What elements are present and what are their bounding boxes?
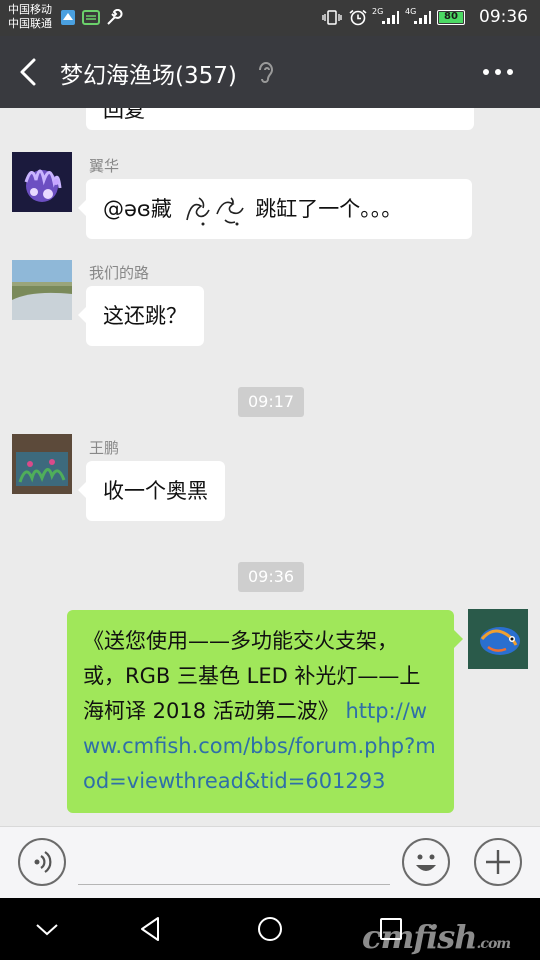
message-text: 这还跳？ [103, 304, 187, 328]
emoji-button[interactable] [402, 838, 450, 886]
app-notification-icon [61, 10, 75, 25]
sender-name: 我们的路 [89, 264, 150, 282]
wrench-icon [107, 9, 123, 25]
signal-icon-1 [382, 11, 399, 24]
mention-text: @əɞ藏 [103, 197, 172, 221]
carrier-1: 中国移动 [8, 3, 52, 16]
clock: 09:36 [479, 7, 528, 27]
ear-icon [259, 62, 274, 83]
back-arrow-icon[interactable] [14, 56, 46, 88]
message-text: 收一个奥黑 [103, 479, 208, 503]
nav-home-icon[interactable] [255, 914, 285, 944]
status-bar: 中国移动 中国联通 2G 4G 80 09:36 [0, 0, 540, 36]
message-bubble[interactable]: @əɞ藏 跳缸了一个。。。 [78, 179, 472, 239]
message-bubble[interactable]: 这还跳？ [78, 286, 204, 346]
battery-icon: 80 [437, 10, 465, 25]
message-text: 跳缸了一个。。。 [255, 197, 403, 221]
watermark-main: cmfish [362, 918, 478, 956]
voice-icon [34, 851, 52, 873]
nav-back-icon[interactable] [136, 914, 166, 944]
voice-input-button[interactable] [18, 838, 66, 886]
sender-name: 王鹏 [89, 439, 120, 457]
sender-name: 翼华 [89, 157, 120, 175]
vibrate-icon [322, 10, 342, 25]
decorative-flourish-icon [185, 197, 244, 226]
input-bar [0, 826, 540, 898]
battery-level: 80 [439, 12, 463, 23]
avatar-women-de-lu[interactable] [12, 260, 72, 320]
watermark-suffix: .com [476, 936, 512, 952]
chat-header: 梦幻海渔场(357) [0, 36, 540, 108]
carrier-2: 中国联通 [8, 17, 52, 30]
chat-area[interactable]: 回复 翼华 @əɞ藏 跳缸了一个。。。 我们的路 这还跳？ 09:17 王鹏 收 [0, 108, 540, 826]
tv-app-icon [82, 10, 100, 25]
timestamp: 09:17 [238, 387, 305, 417]
signal-icon-2 [414, 11, 431, 24]
more-functions-button[interactable] [474, 838, 522, 886]
smiley-icon [416, 854, 436, 871]
carrier-info: 中国移动 中国联通 [8, 3, 52, 31]
alarm-icon [349, 9, 367, 26]
my-avatar[interactable] [468, 609, 528, 669]
avatar-wang-peng[interactable] [12, 434, 72, 494]
previous-message-text: 回复 [103, 108, 145, 122]
previous-message-bubble[interactable]: 回复 [86, 108, 474, 130]
avatar-yihua[interactable] [12, 152, 72, 212]
message-input[interactable] [78, 837, 390, 885]
message-bubble[interactable]: 收一个奥黑 [78, 461, 225, 521]
more-options-icon[interactable] [480, 60, 516, 84]
timestamp: 09:36 [238, 562, 305, 592]
plus-icon [486, 850, 510, 874]
my-message-bubble[interactable]: 《送您使用——多功能交火支架，或，RGB 三基色 LED 补光灯——上海柯译 2… [67, 610, 463, 813]
watermark-logo: cmfish.com [362, 918, 512, 956]
chat-title: 梦幻海渔场(357) [60, 63, 237, 89]
hide-keyboard-chevron-icon[interactable] [32, 914, 62, 944]
